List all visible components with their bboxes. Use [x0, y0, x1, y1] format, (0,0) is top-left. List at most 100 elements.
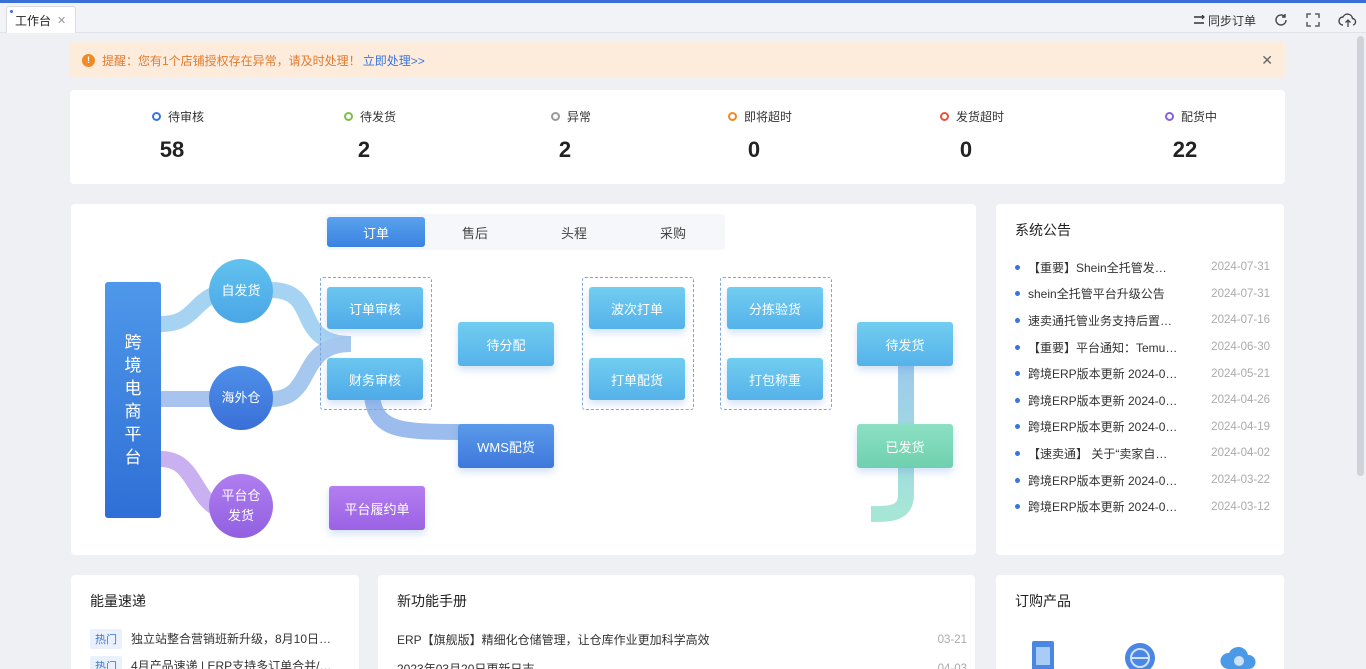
source-platform-node[interactable]: 跨境电商平台 — [105, 282, 161, 518]
flow-tab-first-leg[interactable]: 头程 — [525, 217, 623, 247]
fullscreen-icon[interactable] — [1306, 13, 1320, 27]
wms-allocate-node[interactable]: WMS配货 — [458, 424, 554, 468]
bullet-icon — [1015, 424, 1020, 430]
stat-item[interactable]: 配货中 22 — [1131, 108, 1251, 163]
stat-value: 0 — [747, 137, 761, 162]
tab-close-icon[interactable]: ✕ — [57, 14, 66, 27]
status-dot-icon — [727, 112, 737, 121]
overseas-warehouse-node[interactable]: 海外仓 — [209, 366, 273, 430]
status-dot-icon — [550, 112, 560, 121]
cloud-upload-icon[interactable] — [1338, 12, 1358, 28]
stat-item[interactable]: 待发货 2 — [310, 108, 430, 163]
notice-item[interactable]: 速卖通托管业务支持后置组包 2024-07-16 — [1015, 307, 1270, 334]
notice-item-title: 跨境ERP版本更新 2024-03-12 — [1028, 500, 1178, 515]
self-shipping-node[interactable]: 自发货 — [209, 259, 273, 323]
tab-workbench[interactable]: 工作台 ✕ — [6, 6, 76, 33]
platform-fulfillment-node[interactable]: 平台履约单 — [329, 486, 425, 530]
notice-item-title: 【速卖通】 关于“卖家自定义 — [1028, 446, 1178, 461]
notice-item[interactable]: 跨境ERP版本更新 2024-03-22 2024-03-22 — [1015, 467, 1270, 494]
energy-card: 能量速递 热门独立站整合营销班新升级，8月10日深圳开课热门 4月产品速递 | E… — [71, 575, 359, 669]
workflow-pipes — [160, 282, 951, 522]
notice-item[interactable]: 跨境ERP版本更新 2024-03-12 2024-03-12 — [1015, 493, 1270, 520]
notice-item[interactable]: 跨境ERP版本更新 2024-04-19 2024-04-19 — [1015, 414, 1270, 441]
notice-item-title: 跨境ERP版本更新 2024-04-26 — [1028, 393, 1178, 408]
tab-bar: 工作台 ✕ 同步订单 — [0, 3, 1366, 33]
flow-tab-purchase[interactable]: 采购 — [624, 217, 722, 247]
notice-item[interactable]: 跨境ERP版本更新 2024-04-26 2024-04-26 — [1015, 387, 1270, 414]
notice-item-date: 2024-06-30 — [1211, 341, 1270, 354]
sync-orders-label: 同步订单 — [1207, 13, 1256, 28]
notice-list: 【重要】Shein全托管发货流程调整2024-07-31shein全托管平台升级… — [1015, 254, 1270, 520]
notice-item-title: 【重要】Shein全托管发货流程调整 — [1028, 260, 1178, 275]
authorization-alert: ! 提醒：您有1个店铺授权存在异常，请及时处理！ 立即处理>> ✕ — [70, 42, 1285, 78]
notice-title: 系统公告 — [1015, 222, 1071, 238]
product-device-icon[interactable] — [1026, 639, 1060, 669]
to-ship-node[interactable]: 待发货 — [857, 322, 953, 366]
notice-item-date: 2024-07-31 — [1211, 287, 1270, 300]
stat-item[interactable]: 发货超时 0 — [912, 108, 1032, 163]
source-platform-char: 台 — [124, 448, 142, 467]
notice-item-title: 速卖通托管业务支持后置组包 — [1028, 313, 1178, 328]
stat-item[interactable]: 即将超时 0 — [700, 108, 820, 163]
notice-item[interactable]: shein全托管平台升级公告 2024-07-31 — [1015, 281, 1270, 308]
source-platform-char: 跨 — [124, 333, 142, 352]
energy-item[interactable]: 热门独立站整合营销班新升级，8月10日深圳开课 — [90, 625, 345, 652]
manual-title: 新功能手册 — [397, 593, 467, 609]
refresh-icon[interactable] — [1274, 13, 1288, 27]
stat-item[interactable]: 异常 2 — [511, 108, 631, 163]
manual-item[interactable]: 2023年03月20日更新日志 04-03 — [397, 654, 967, 669]
page-scrollbar[interactable] — [1357, 36, 1364, 476]
pack-weigh-node[interactable]: 打包称重 — [727, 358, 823, 400]
manual-item-title: 2023年03月20日更新日志 — [397, 662, 535, 669]
order-review-node[interactable]: 订单审核 — [327, 287, 423, 329]
shipped-node[interactable]: 已发货 — [857, 424, 953, 468]
stat-label: 异常 — [511, 108, 631, 125]
tab-indicator — [10, 10, 13, 13]
energy-item-title: 独立站整合营销班新升级，8月10日深圳开课 — [131, 632, 336, 646]
stat-value: 22 — [1172, 137, 1198, 162]
manual-item-date: 03-21 — [937, 633, 967, 646]
stat-item[interactable]: 待审核 58 — [118, 108, 238, 163]
source-platform-char: 平 — [124, 425, 142, 444]
source-platform-char: 境 — [124, 356, 142, 375]
notice-item-title: shein全托管平台升级公告 — [1028, 287, 1165, 302]
handle-now-link[interactable]: 立即处理>> — [363, 52, 425, 69]
manual-item[interactable]: ERP【旗舰版】精细化仓储管理，让仓库作业更加科学高效 03-21 — [397, 625, 967, 654]
stat-label: 待发货 — [310, 108, 430, 125]
manual-item-title: ERP【旗舰版】精细化仓储管理，让仓库作业更加科学高效 — [397, 633, 710, 647]
bullet-icon — [1015, 477, 1020, 483]
to-allocate-node[interactable]: 待分配 — [458, 322, 554, 366]
alert-close-icon[interactable]: ✕ — [1261, 52, 1273, 69]
stat-value: 58 — [159, 137, 185, 162]
energy-item[interactable]: 热门 4月产品速递 | ERP支持多订单合并/拆分 — [90, 652, 345, 669]
platform-warehouse-node[interactable]: 平台仓 发货 — [209, 474, 273, 538]
stat-label: 即将超时 — [700, 108, 820, 125]
tab-label: 工作台 — [15, 13, 52, 28]
notice-item[interactable]: 【重要】平台通知：Temu半托管 2024-06-30 — [1015, 334, 1270, 361]
print-pick-node[interactable]: 打单配货 — [589, 358, 685, 400]
bullet-icon — [1015, 450, 1020, 456]
notice-item-date: 2024-04-02 — [1211, 447, 1270, 460]
notice-item[interactable]: 跨境ERP版本更新 2024-05-21 2024-05-21 — [1015, 360, 1270, 387]
notice-item-title: 跨境ERP版本更新 2024-03-22 — [1028, 473, 1178, 488]
notice-item[interactable]: 【重要】Shein全托管发货流程调整 2024-07-31 — [1015, 254, 1270, 281]
stat-label: 待审核 — [118, 108, 238, 125]
finance-review-node[interactable]: 财务审核 — [327, 358, 423, 400]
sync-orders-button[interactable]: 同步订单 — [1193, 12, 1256, 29]
wave-print-node[interactable]: 波次打单 — [589, 287, 685, 329]
stat-value: 0 — [959, 137, 973, 162]
product-cloud-icon[interactable] — [1218, 639, 1260, 669]
notice-item[interactable]: 【速卖通】 关于“卖家自定义 2024-04-02 — [1015, 440, 1270, 467]
flow-tab-orders[interactable]: 订单 — [327, 217, 425, 247]
flow-tab-group: 订单 售后 头程 采购 — [325, 214, 725, 250]
energy-title: 能量速递 — [90, 593, 146, 609]
product-globe-icon[interactable] — [1121, 639, 1159, 669]
stat-label-text: 发货超时 — [955, 110, 1004, 124]
sort-check-node[interactable]: 分拣验货 — [727, 287, 823, 329]
flow-tab-after-sales[interactable]: 售后 — [426, 217, 524, 247]
feature-manual-card: 新功能手册 ERP【旗舰版】精细化仓储管理，让仓库作业更加科学高效 03-21 20… — [378, 575, 975, 669]
stat-label-text: 异常 — [566, 110, 591, 124]
bullet-icon — [1015, 264, 1020, 270]
stat-label: 配货中 — [1131, 108, 1251, 125]
toolbar: 同步订单 — [1193, 6, 1358, 34]
